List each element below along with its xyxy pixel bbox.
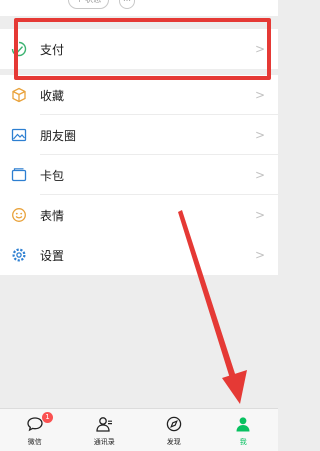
contacts-icon [94, 414, 114, 434]
compass-icon [164, 414, 184, 434]
tab-label: 发现 [166, 438, 181, 446]
tab-discover[interactable]: 发现 [139, 409, 209, 451]
unread-badge: 1 [42, 412, 53, 423]
tab-contacts[interactable]: 通讯录 [70, 409, 140, 451]
tab-label: 我 [239, 438, 247, 446]
tab-me[interactable]: 我 [209, 409, 279, 451]
tab-label: 微信 [27, 438, 42, 446]
annotation-arrow [178, 210, 247, 404]
tab-chats[interactable]: 1 微信 [0, 409, 70, 451]
bottom-tab-bar: 1 微信 通讯录 发现 我 [0, 408, 278, 451]
tab-label: 通讯录 [93, 438, 115, 446]
me-person-icon [233, 414, 253, 434]
